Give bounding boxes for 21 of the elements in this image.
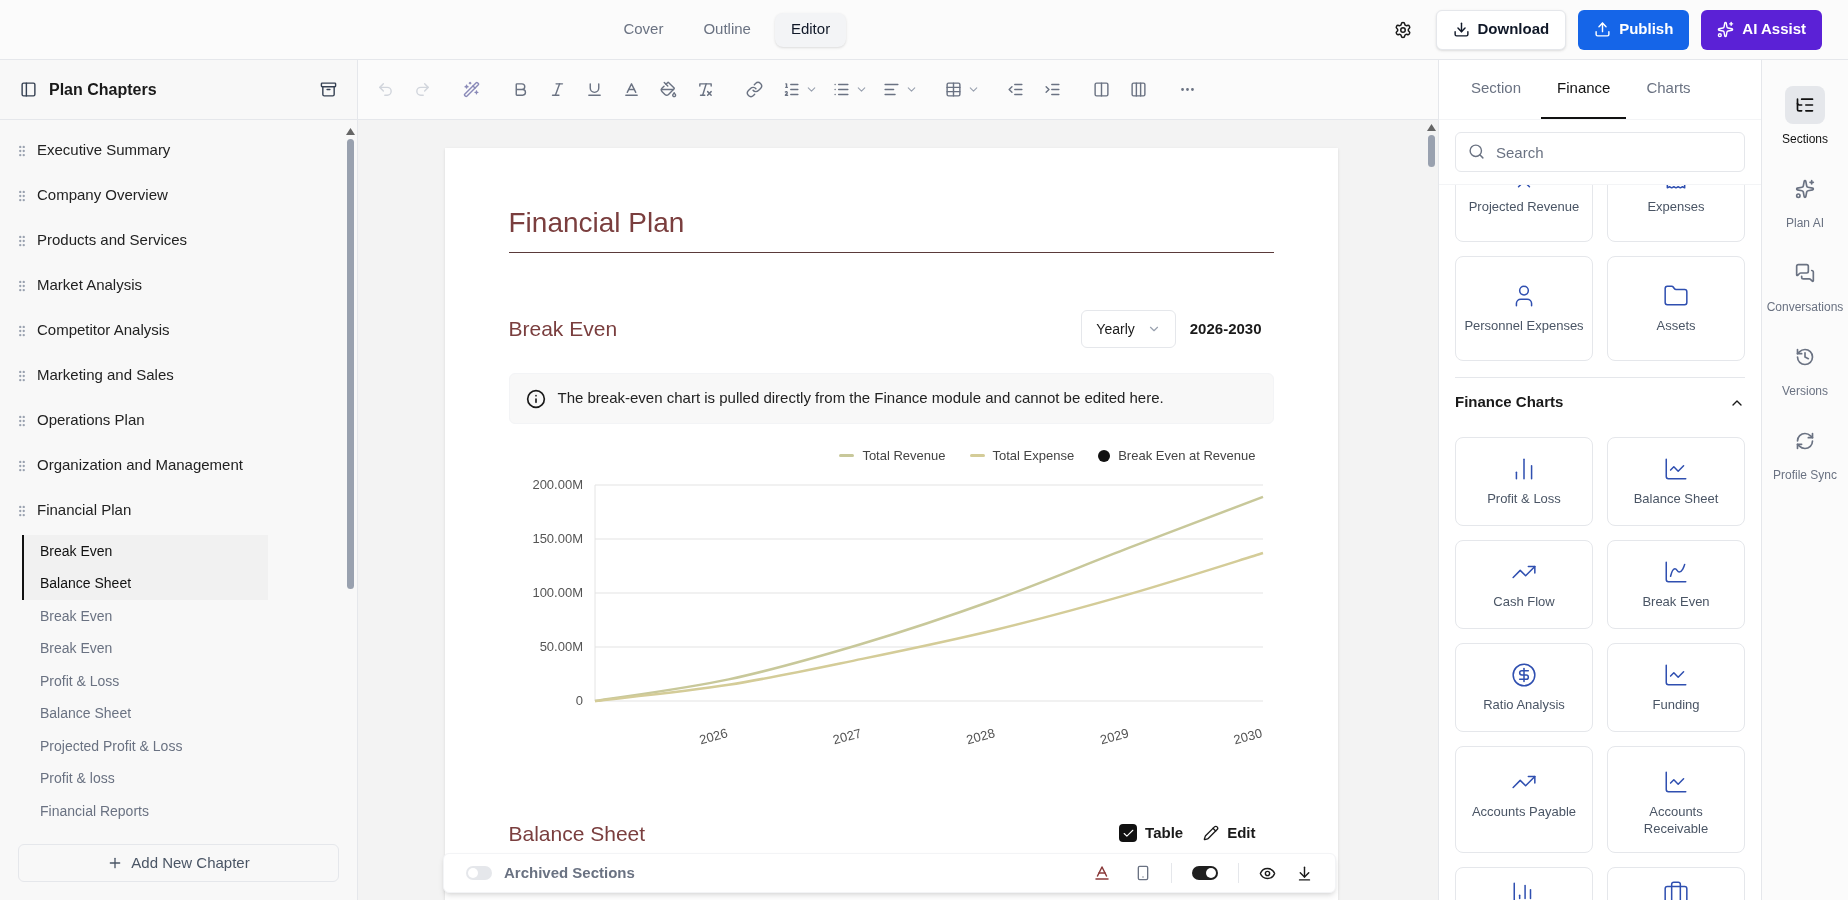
section-title: Finance Charts bbox=[1455, 392, 1564, 413]
y-axis-label: 100.00M bbox=[531, 584, 583, 600]
sidebar-title: Plan Chapters bbox=[49, 79, 157, 100]
archived-label: Archived Sections bbox=[504, 862, 635, 883]
notice-text: The break-even chart is pulled directly from the Finance module and cannot be edited here. bbox=[557, 388, 1164, 409]
legend-label: Break Even at Revenue bbox=[1118, 447, 1256, 465]
x-axis-label: 2028 bbox=[964, 724, 997, 747]
x-axis-label: 2027 bbox=[830, 724, 863, 747]
x-axis-label: 2029 bbox=[1097, 724, 1130, 747]
x-axis-label: 2030 bbox=[1231, 724, 1264, 747]
y-axis-label: 0 bbox=[575, 692, 583, 708]
legend-label: Total Revenue bbox=[862, 447, 946, 465]
section-heading: Break Even bbox=[508, 316, 618, 343]
section-heading: Balance Sheet bbox=[508, 820, 646, 847]
y-axis-label: 150.00M bbox=[531, 530, 583, 546]
document-title: Financial Plan bbox=[508, 202, 1274, 253]
year-range: 2026-2030 bbox=[1189, 318, 1262, 339]
x-axis-label: 2026 bbox=[697, 724, 729, 747]
y-axis-label: 200.00M bbox=[531, 476, 583, 492]
legend-label: Total Expense bbox=[992, 447, 1075, 465]
y-axis-label: 50.00M bbox=[539, 638, 583, 654]
